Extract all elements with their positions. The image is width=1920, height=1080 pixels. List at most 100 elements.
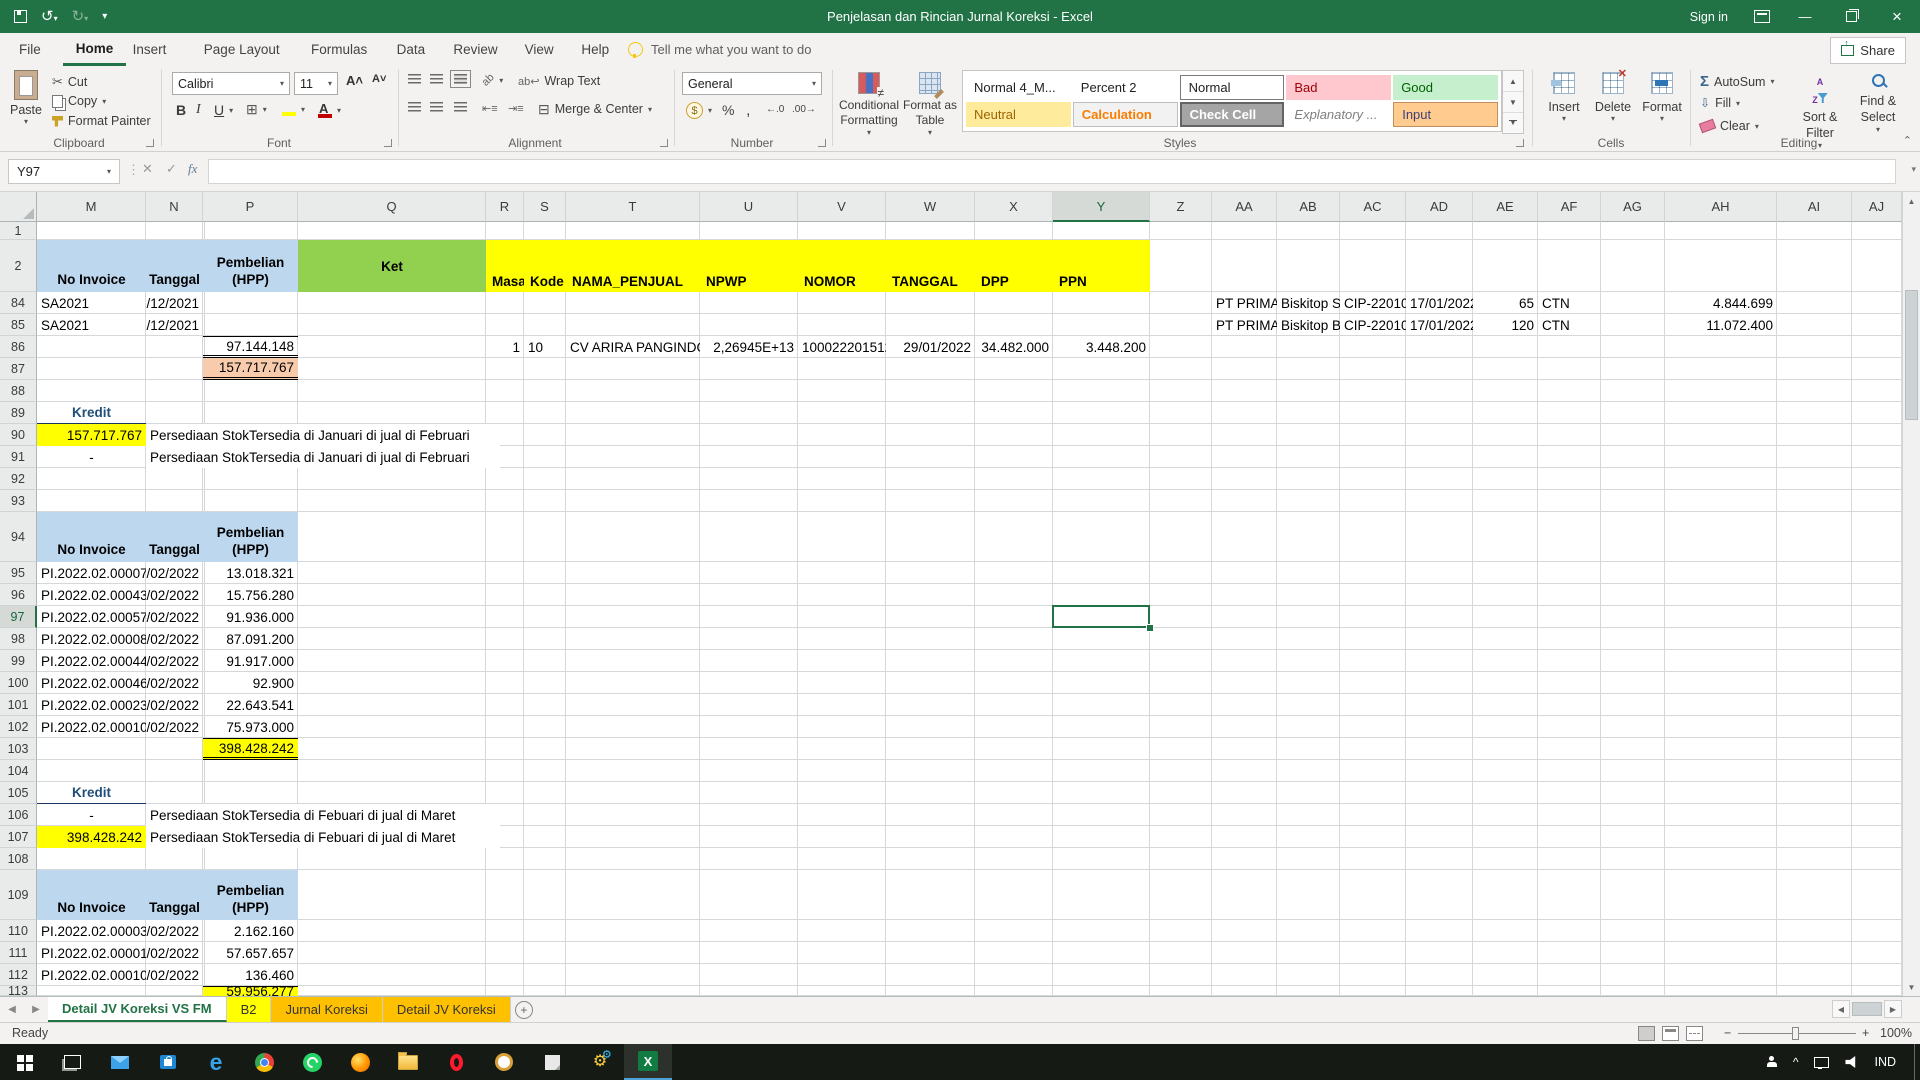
cell-T2[interactable]: NAMA_PENJUAL xyxy=(566,240,700,292)
cell-N84[interactable]: 31/12/2021 xyxy=(146,292,203,314)
fill-button[interactable]: ⇩Fill▾ xyxy=(1700,96,1740,110)
column-header-AE[interactable]: AE xyxy=(1473,192,1538,222)
cell-M85[interactable]: SA2021 xyxy=(37,314,146,336)
normal-view-icon[interactable] xyxy=(1638,1026,1655,1041)
page-break-view-icon[interactable] xyxy=(1686,1026,1703,1041)
wrap-text-button[interactable]: ab↩Wrap Text xyxy=(518,74,600,88)
taskbar-excel-icon[interactable] xyxy=(624,1044,672,1080)
alignment-dialog-launcher-icon[interactable] xyxy=(660,139,668,147)
close-button[interactable]: × xyxy=(1874,0,1920,33)
styles-gallery-scrollbar[interactable]: ▲ ▼ ▼ xyxy=(1502,70,1524,134)
column-header-U[interactable]: U xyxy=(700,192,798,222)
column-header-X[interactable]: X xyxy=(975,192,1053,222)
cell-P112[interactable]: 136.460 xyxy=(203,964,298,986)
cell-M101[interactable]: PI.2022.02.00023 xyxy=(37,694,146,716)
cell-N85[interactable]: 31/12/2021 xyxy=(146,314,203,336)
row-header-100[interactable]: 100 xyxy=(0,672,37,694)
cell-N95[interactable]: 08/02/2022 xyxy=(146,562,203,584)
cell-R2[interactable]: Masa xyxy=(486,240,524,292)
column-header-R[interactable]: R xyxy=(486,192,524,222)
cell-P2[interactable]: Pembelian (HPP) xyxy=(203,240,298,292)
column-header-P[interactable]: P xyxy=(203,192,298,222)
column-header-M[interactable]: M xyxy=(37,192,146,222)
style-chip-percent-2[interactable]: Percent 2 xyxy=(1073,75,1178,100)
gallery-more-icon[interactable]: ▼ xyxy=(1503,113,1523,133)
row-header-103[interactable]: 103 xyxy=(0,738,37,760)
cell-N96[interactable]: 24/02/2022 xyxy=(146,584,203,606)
cell-AA84[interactable]: PT PRIMA xyxy=(1212,292,1277,314)
ribbon-tab-formulas[interactable]: Formulas xyxy=(298,33,380,66)
zoom-out-icon[interactable]: − xyxy=(1724,1026,1731,1040)
row-header-89[interactable]: 89 xyxy=(0,402,37,424)
column-header-AB[interactable]: AB xyxy=(1277,192,1340,222)
orientation-button[interactable]: ab▾ xyxy=(482,74,503,86)
autosum-button[interactable]: ΣAutoSum▾ xyxy=(1700,73,1774,90)
page-layout-view-icon[interactable] xyxy=(1662,1026,1679,1041)
cell-N111[interactable]: 04/02/2022 xyxy=(146,942,203,964)
grow-font-icon[interactable]: A˄ xyxy=(346,74,363,87)
row-header-94[interactable]: 94 xyxy=(0,512,37,562)
number-format-combo[interactable]: General▾ xyxy=(682,72,822,95)
row-header-87[interactable]: 87 xyxy=(0,358,37,380)
cell-N2[interactable]: Tanggal xyxy=(146,240,203,292)
cell-P109[interactable]: Pembelian (HPP) xyxy=(203,870,298,920)
taskbar-store-icon[interactable] xyxy=(144,1044,192,1080)
row-header-91[interactable]: 91 xyxy=(0,446,37,468)
active-cell-selection[interactable] xyxy=(1052,605,1150,628)
cell-M97[interactable]: PI.2022.02.00057 xyxy=(37,606,146,628)
ribbon-tab-review[interactable]: Review xyxy=(440,33,510,66)
formula-input[interactable] xyxy=(208,159,1896,184)
cell-N102[interactable]: 09/02/2022 xyxy=(146,716,203,738)
format-as-table-button[interactable]: Format as Table ▾ xyxy=(902,72,958,137)
font-dialog-launcher-icon[interactable] xyxy=(384,139,392,147)
row-header-2[interactable]: 2 xyxy=(0,240,37,292)
column-header-N[interactable]: N xyxy=(146,192,203,222)
copy-button[interactable]: Copy▾ xyxy=(52,94,106,108)
ribbon-tab-home[interactable]: Home xyxy=(63,33,127,66)
cell-AE85[interactable]: 120 xyxy=(1473,314,1538,336)
customize-qat-icon[interactable]: ▾ xyxy=(102,12,107,22)
taskbar-firefox-icon[interactable] xyxy=(336,1044,384,1080)
paste-button[interactable]: Paste ▾ xyxy=(6,70,46,126)
cell-U86[interactable]: 2,26945E+13 xyxy=(700,336,798,358)
styles-dialog-launcher-icon[interactable] xyxy=(1516,139,1524,147)
row-header-96[interactable]: 96 xyxy=(0,584,37,606)
format-cells-button[interactable]: Format ▾ xyxy=(1638,72,1686,123)
cell-N110[interactable]: 05/02/2022 xyxy=(146,920,203,942)
font-name-combo[interactable]: Calibri▾ xyxy=(172,72,290,95)
zoom-slider-thumb[interactable] xyxy=(1792,1027,1799,1040)
cell-P111[interactable]: 57.657.657 xyxy=(203,942,298,964)
gallery-up-icon[interactable]: ▲ xyxy=(1503,71,1523,92)
column-header-AI[interactable]: AI xyxy=(1777,192,1852,222)
ribbon-tab-view[interactable]: View xyxy=(512,33,567,66)
cell-M96[interactable]: PI.2022.02.00043 xyxy=(37,584,146,606)
tell-me-box[interactable]: Tell me what you want to do xyxy=(628,33,811,66)
undo-icon[interactable]: ↺▾ xyxy=(41,9,58,24)
ribbon-tab-page-layout[interactable]: Page Layout xyxy=(191,33,293,66)
cell-N99[interactable]: 24/02/2022 xyxy=(146,650,203,672)
align-center-icon[interactable] xyxy=(430,102,443,112)
cell-N109[interactable]: Tanggal xyxy=(146,870,203,920)
column-header-AC[interactable]: AC xyxy=(1340,192,1406,222)
cell-P94[interactable]: Pembelian (HPP) xyxy=(203,512,298,562)
cell-N112[interactable]: 12/02/2022 xyxy=(146,964,203,986)
ribbon-display-options-icon[interactable] xyxy=(1754,10,1770,23)
insert-function-icon[interactable]: fx xyxy=(188,161,197,177)
zoom-in-icon[interactable]: + xyxy=(1862,1026,1869,1040)
cell-P103[interactable]: 398.428.242 xyxy=(203,738,298,760)
cell-P99[interactable]: 91.917.000 xyxy=(203,650,298,672)
vertical-scroll-thumb[interactable] xyxy=(1905,290,1918,420)
redo-icon[interactable]: ↻▾ xyxy=(72,9,89,24)
style-chip-input[interactable]: Input xyxy=(1393,102,1498,127)
row-header-84[interactable]: 84 xyxy=(0,292,37,314)
underline-button[interactable]: U▾ xyxy=(214,102,233,118)
cell-W2[interactable]: TANGGAL xyxy=(886,240,975,292)
row-header-95[interactable]: 95 xyxy=(0,562,37,584)
tray-chevron-up-icon[interactable]: ^ xyxy=(1793,1055,1799,1069)
number-dialog-launcher-icon[interactable] xyxy=(818,139,826,147)
style-chip-bad[interactable]: Bad xyxy=(1286,75,1391,100)
align-right-icon[interactable] xyxy=(454,102,467,112)
cell-M84[interactable]: SA2021 xyxy=(37,292,146,314)
cell-M111[interactable]: PI.2022.02.00001 xyxy=(37,942,146,964)
row-header-109[interactable]: 109 xyxy=(0,870,37,920)
